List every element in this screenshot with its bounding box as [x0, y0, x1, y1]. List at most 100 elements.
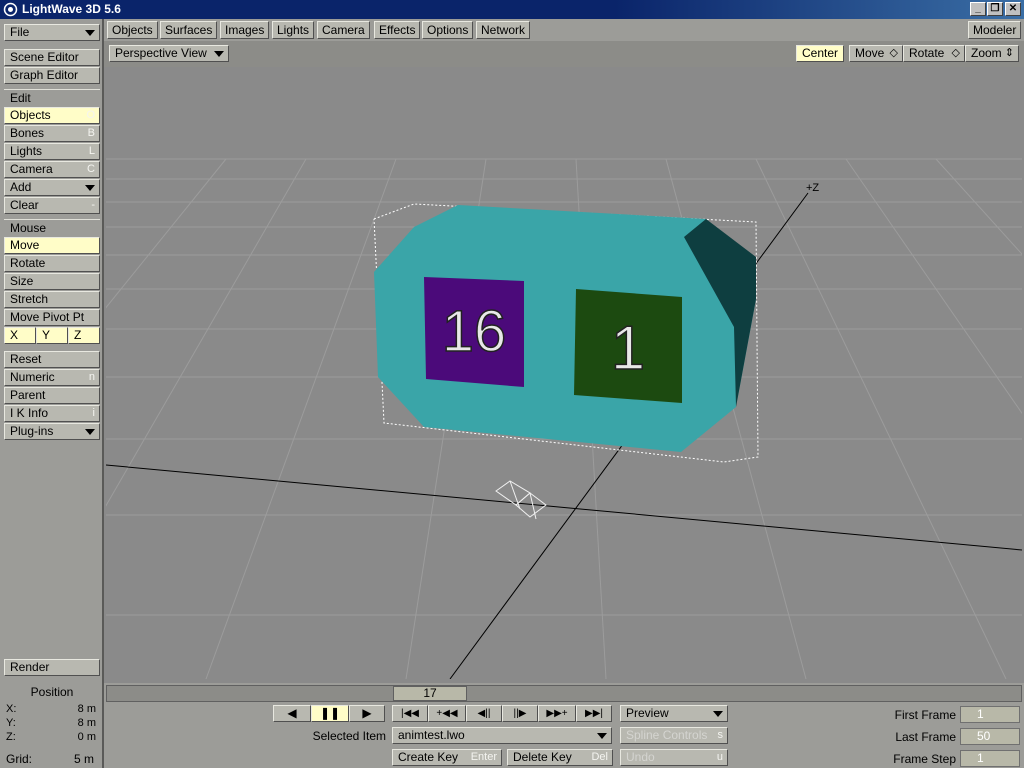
axis-x-label: X	[10, 328, 19, 342]
menu-camera[interactable]: Camera	[317, 21, 370, 39]
next-key-button[interactable]: ▶▶+	[538, 705, 576, 722]
undo-button[interactable]: Undo u	[620, 749, 728, 766]
minimize-button[interactable]: _	[970, 2, 986, 16]
last-frame-button[interactable]: ▶▶|	[576, 705, 612, 722]
menu-surfaces[interactable]: Surfaces	[160, 21, 218, 39]
mouse-stretch-label: Stretch	[10, 292, 49, 306]
next-frame-button[interactable]: ||▶	[502, 705, 538, 722]
shortcut-key: Del	[591, 751, 608, 763]
first-frame-button[interactable]: |◀◀	[392, 705, 428, 722]
render-button[interactable]: Render	[4, 659, 100, 676]
reset-button[interactable]: Reset	[4, 351, 100, 368]
first-frame-field[interactable]: 1	[960, 706, 1020, 723]
restore-button[interactable]: ❐	[987, 2, 1003, 16]
prev-key-button[interactable]: +◀◀	[428, 705, 466, 722]
view-rotate-button[interactable]: Rotate ◇	[903, 45, 965, 62]
mouse-size-button[interactable]: Size	[4, 273, 100, 290]
view-mode-label: Perspective View	[115, 46, 207, 60]
chevron-down-icon	[214, 51, 224, 57]
prev-frame-button[interactable]: ◀||	[466, 705, 502, 722]
lightwave-icon	[3, 2, 18, 17]
plugins-menu[interactable]: Plug-ins	[4, 423, 100, 440]
play-button[interactable]: ▶	[349, 705, 385, 722]
shortcut-key: Enter	[470, 751, 497, 763]
perspective-viewport[interactable]: +Z 16 1	[106, 67, 1022, 679]
grid-value: 5 m	[73, 752, 94, 766]
mouse-rotate-button[interactable]: Rotate	[4, 255, 100, 272]
z-label: Z:	[6, 731, 16, 743]
view-rotate-label: Rotate	[909, 46, 945, 60]
axis-y-label: Y	[42, 328, 51, 342]
close-button[interactable]: ✕	[1005, 2, 1021, 16]
last-frame-field[interactable]: 50	[960, 728, 1020, 745]
frame-slider[interactable]: 17	[393, 686, 467, 701]
scene-editor-button[interactable]: Scene Editor	[4, 49, 100, 66]
pause-button[interactable]: ❚❚	[311, 705, 349, 722]
shortcut-key: n	[88, 371, 95, 383]
clear-button[interactable]: Clear -	[4, 197, 100, 214]
edit-objects-label: Objects	[10, 108, 51, 122]
edit-section-label: Edit	[4, 89, 100, 106]
menu-options[interactable]: Options	[422, 21, 474, 39]
z-axis-label: +Z	[806, 182, 819, 194]
move-pivot-button[interactable]: Move Pivot Pt	[4, 309, 100, 326]
create-key-button[interactable]: Create Key Enter	[392, 749, 502, 766]
ik-info-label: I K Info	[10, 406, 49, 420]
numeric-button[interactable]: Numeric n	[4, 369, 100, 386]
center-label: Center	[802, 46, 839, 60]
ik-info-button[interactable]: I K Info i	[4, 405, 100, 422]
numeric-label: Numeric	[10, 370, 55, 384]
main-menu-bar: Objects Surfaces Images Lights Camera Ef…	[104, 19, 1024, 41]
delete-key-button[interactable]: Delete Key Del	[507, 749, 613, 766]
position-title: Position	[30, 685, 74, 699]
y-label: Y:	[6, 717, 16, 729]
view-mode-select[interactable]: Perspective View	[109, 45, 229, 62]
selected-item-label: Selected Item	[312, 729, 386, 743]
axis-y-toggle[interactable]: Y	[36, 327, 68, 344]
spline-controls-button[interactable]: Spline Controls s	[620, 727, 728, 744]
selected-item-select[interactable]: animtest.lwo	[392, 727, 612, 744]
add-menu[interactable]: Add	[4, 179, 100, 196]
menu-images[interactable]: Images	[220, 21, 270, 39]
frame-timeline[interactable]: 17	[106, 685, 1022, 702]
menu-lights[interactable]: Lights	[272, 21, 315, 39]
edit-camera-button[interactable]: Camera C	[4, 161, 100, 178]
preview-menu[interactable]: Preview	[620, 705, 728, 722]
preview-label: Preview	[626, 706, 669, 720]
mouse-rotate-label: Rotate	[10, 256, 46, 270]
axis-x-toggle[interactable]: X	[4, 327, 36, 344]
edit-lights-button[interactable]: Lights L	[4, 143, 100, 160]
bottom-panel: Position X: 8 m Y: 8 m Z: 0 m Grid: 5 m …	[0, 683, 1024, 768]
shortcut-key: B	[87, 127, 95, 139]
shortcut-key: s	[717, 729, 724, 741]
pause-icon: ❚❚	[319, 706, 341, 720]
view-move-button[interactable]: Move ◇	[849, 45, 903, 62]
z-value: 0 m	[77, 731, 96, 743]
move-arrows-icon: ◇	[889, 47, 898, 59]
axis-z-toggle[interactable]: Z	[68, 327, 100, 344]
edit-camera-label: Camera	[10, 162, 53, 176]
step-back-button[interactable]: ◀	[273, 705, 311, 722]
menu-objects[interactable]: Objects	[107, 21, 158, 39]
mouse-move-button[interactable]: Move	[4, 237, 100, 254]
modeler-button[interactable]: Modeler	[968, 21, 1022, 39]
undo-label: Undo	[626, 750, 655, 764]
menu-network[interactable]: Network	[476, 21, 531, 39]
graph-editor-button[interactable]: Graph Editor	[4, 67, 100, 84]
prev-key-icon: +◀◀	[436, 708, 458, 719]
file-menu[interactable]: File	[4, 24, 100, 41]
shortcut-key: u	[716, 751, 723, 763]
chevron-down-icon	[85, 185, 95, 191]
view-zoom-button[interactable]: Zoom ⇕	[965, 45, 1019, 62]
frame-step-field[interactable]: 1	[960, 750, 1020, 767]
parent-label: Parent	[10, 388, 46, 402]
center-button[interactable]: Center	[796, 45, 844, 62]
edit-lights-label: Lights	[10, 144, 43, 158]
next-frame-icon: ||▶	[513, 708, 527, 719]
mouse-stretch-button[interactable]: Stretch	[4, 291, 100, 308]
edit-objects-button[interactable]: Objects O	[4, 107, 100, 124]
menu-effects[interactable]: Effects	[374, 21, 421, 39]
viewport-toolbar: Perspective View Center Move ◇ Rotate ◇ Zo…	[104, 41, 1024, 67]
parent-button[interactable]: Parent	[4, 387, 100, 404]
edit-bones-button[interactable]: Bones B	[4, 125, 100, 142]
